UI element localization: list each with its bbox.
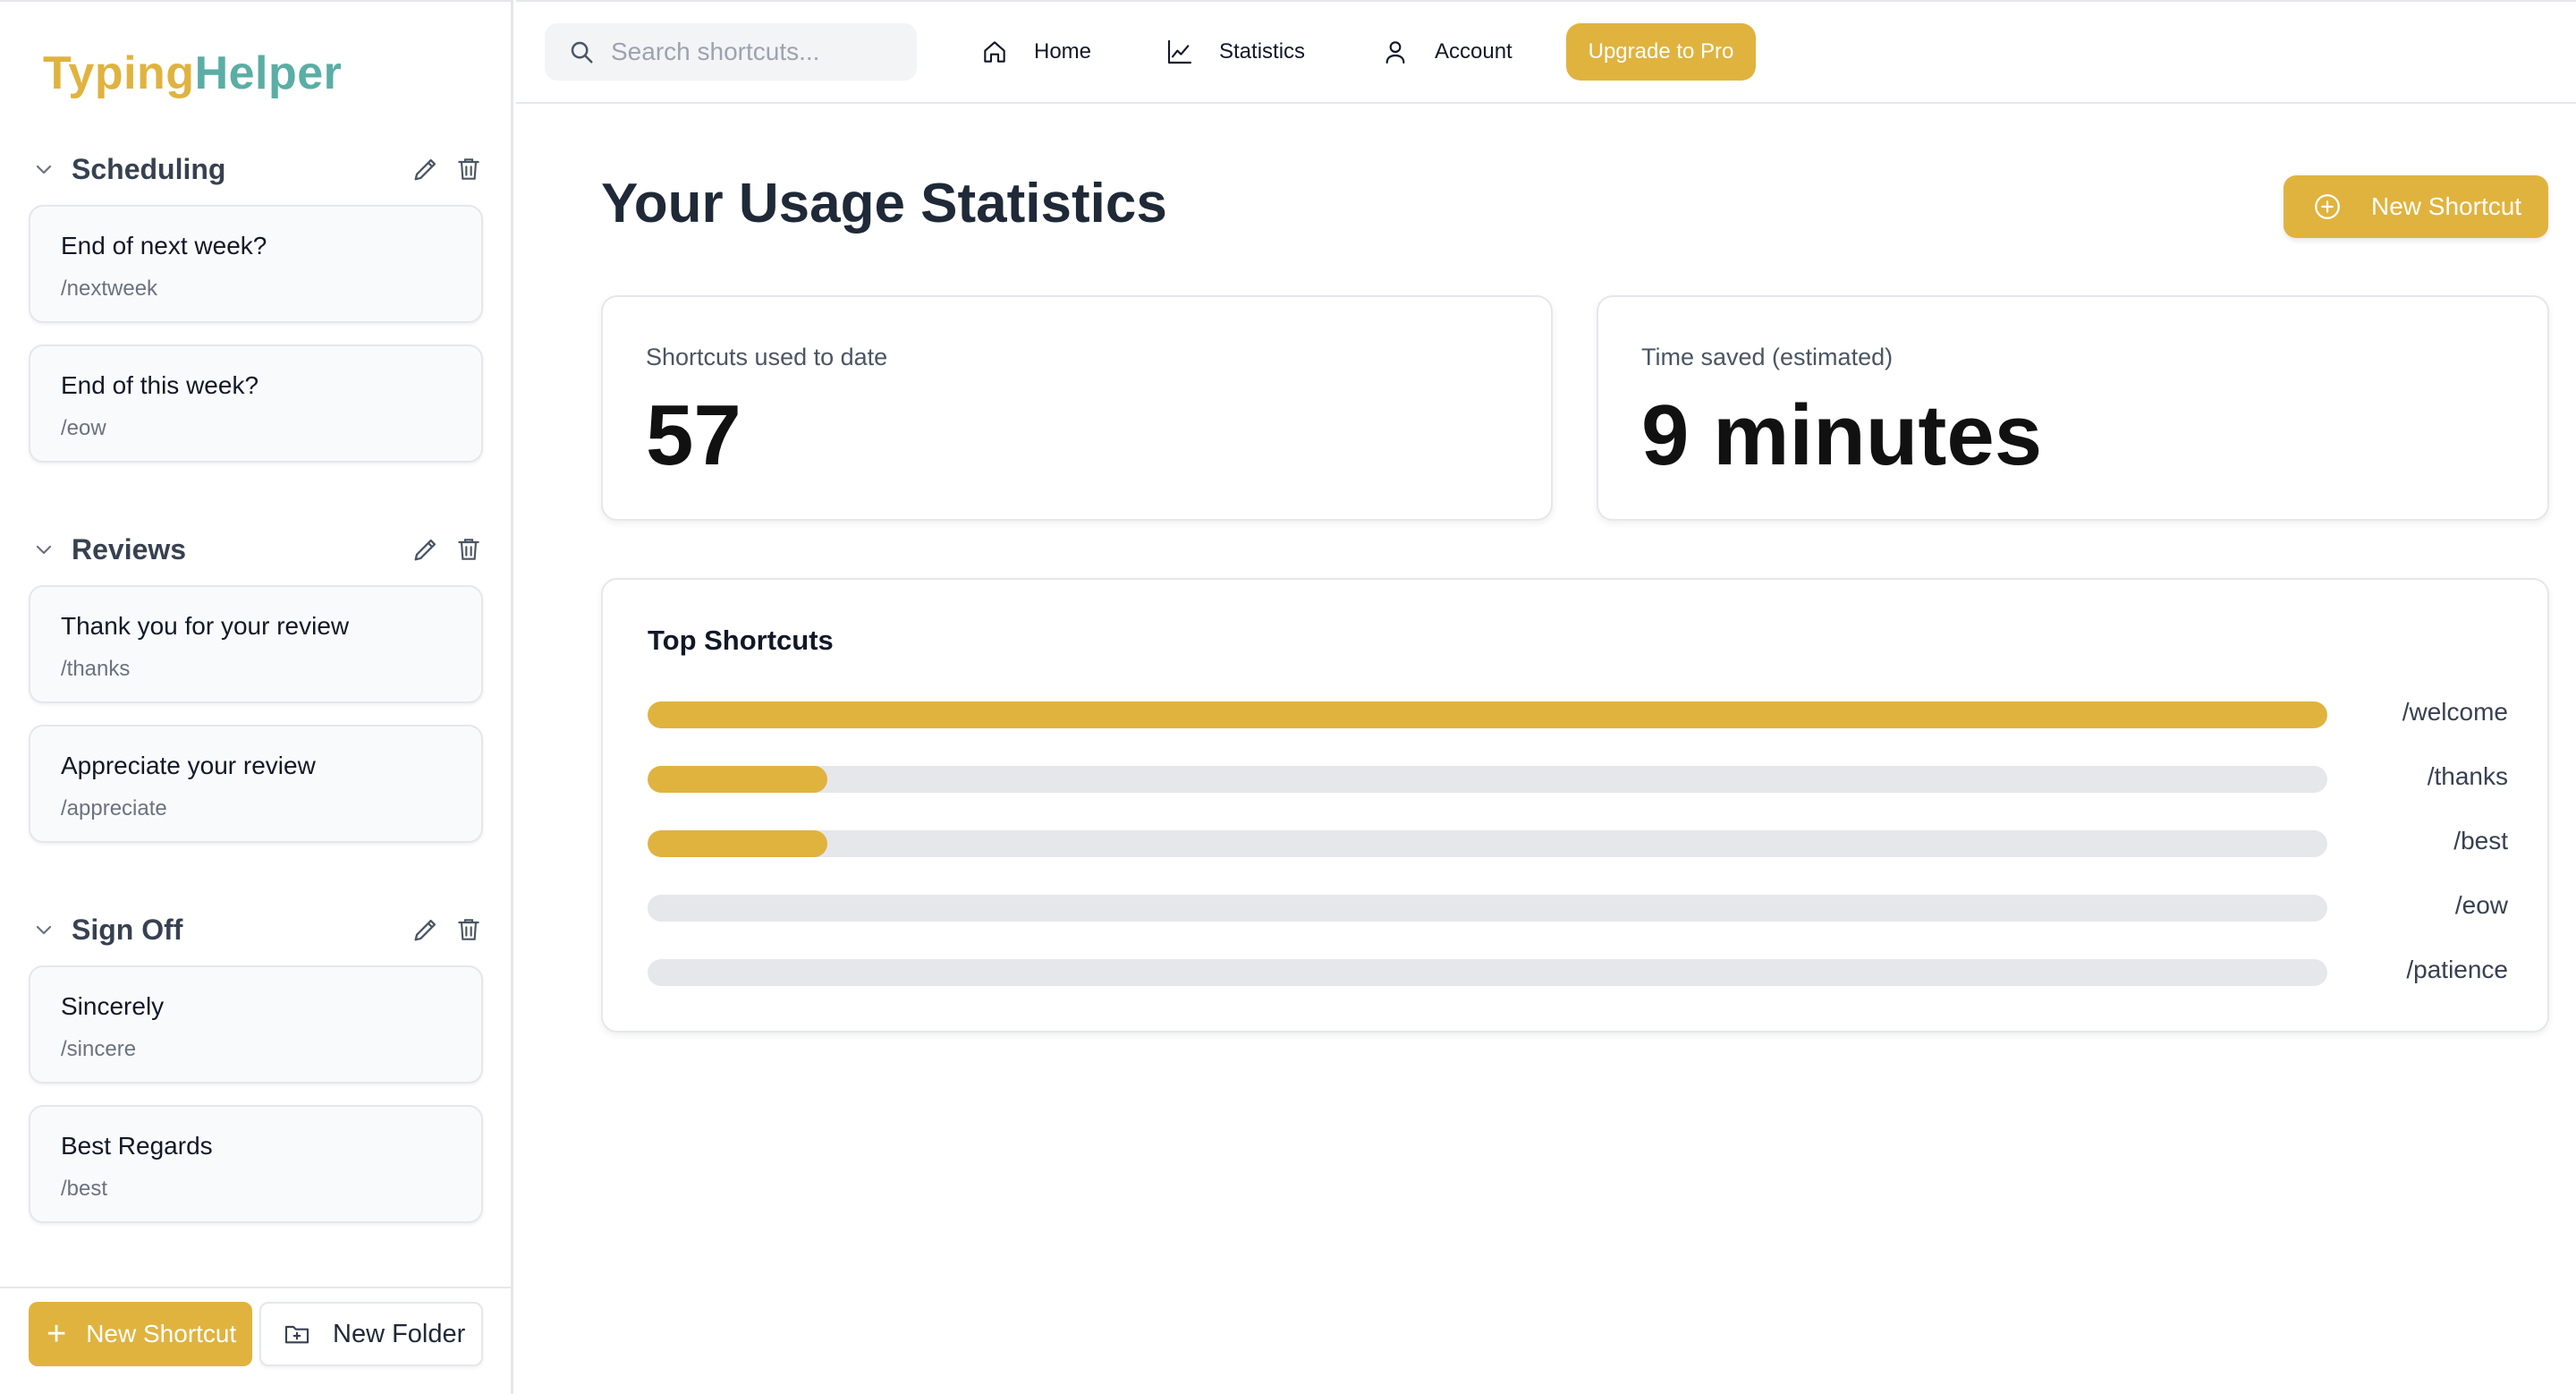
search-icon <box>571 41 593 64</box>
upgrade-button[interactable]: Upgrade to Pro <box>1566 23 1756 81</box>
sidebar-new-shortcut-button[interactable]: + New Shortcut <box>29 1302 252 1366</box>
top-shortcut-row: /welcome <box>648 694 2508 730</box>
folder-header-sign-off: Sign Off <box>30 907 487 952</box>
shortcut-command: /appreciate <box>61 796 167 820</box>
top-shortcut-row: /thanks <box>648 759 2508 795</box>
shortcut-command: /nextweek <box>61 276 158 301</box>
folder-name: Sign Off <box>72 913 183 946</box>
nav-account-label: Account <box>1435 39 1513 64</box>
trash-icon[interactable] <box>451 531 487 567</box>
top-shortcut-row: /best <box>648 823 2508 859</box>
shortcut-title: Sincerely <box>61 992 165 1020</box>
folder-name: Reviews <box>72 532 187 565</box>
stat-value: 57 <box>646 387 741 483</box>
nav-home-label: Home <box>1034 39 1092 64</box>
folder-header-scheduling: Scheduling <box>30 147 487 191</box>
plus-icon: + <box>47 1315 67 1353</box>
stat-card-time-saved: Time saved (estimated) 9 minutes <box>1597 295 2549 521</box>
chevron-down-icon[interactable] <box>30 156 57 183</box>
stat-label: Time saved (estimated) <box>1641 344 1894 370</box>
shortcut-card[interactable]: End of next week? /nextweek <box>29 205 483 323</box>
new-folder-button[interactable]: New Folder <box>259 1302 483 1366</box>
usage-bar-track <box>648 830 2327 857</box>
shortcut-title: End of this week? <box>61 371 259 399</box>
stat-card-shortcuts-used: Shortcuts used to date 57 <box>601 295 1553 521</box>
folder-header-reviews: Reviews <box>30 527 487 572</box>
search-input[interactable] <box>611 38 906 66</box>
shortcut-title: End of next week? <box>61 232 267 259</box>
edit-icon[interactable] <box>408 151 444 187</box>
shortcut-card[interactable]: Thank you for your review /thanks <box>29 585 483 703</box>
shortcut-title: Appreciate your review <box>61 752 316 779</box>
shortcut-card[interactable]: End of this week? /eow <box>29 344 483 463</box>
home-icon <box>984 41 1005 63</box>
new-shortcut-label: New Shortcut <box>2371 192 2522 220</box>
top-shortcut-command: /eow <box>2454 891 2508 919</box>
trash-icon[interactable] <box>451 912 487 948</box>
shortcut-command: /thanks <box>61 657 131 681</box>
shortcut-title: Best Regards <box>61 1132 213 1160</box>
search-box[interactable] <box>545 23 917 81</box>
chevron-down-icon[interactable] <box>30 916 57 943</box>
logo-part-typing: Typing <box>43 47 195 99</box>
nav-statistics[interactable]: Statistics <box>1165 30 1305 73</box>
app-logo: TypingHelper <box>43 47 342 100</box>
trash-icon[interactable] <box>451 151 487 187</box>
shortcut-command: /sincere <box>61 1037 137 1061</box>
top-shortcut-command: /patience <box>2406 956 2508 983</box>
top-shortcut-command: /welcome <box>2402 698 2508 726</box>
usage-bar-track <box>648 701 2327 728</box>
new-shortcut-button[interactable]: New Shortcut <box>2284 175 2548 238</box>
top-shortcuts-card: Top Shortcuts /welcome /thanks /best /eo… <box>601 578 2549 1033</box>
top-shortcuts-title: Top Shortcuts <box>648 625 834 656</box>
chevron-down-icon[interactable] <box>30 536 57 563</box>
folder-plus-icon <box>284 1325 309 1344</box>
logo-part-helper: Helper <box>194 47 343 99</box>
usage-bar-fill <box>648 701 2327 728</box>
stat-label: Shortcuts used to date <box>646 344 888 370</box>
chart-line-icon <box>1167 39 1192 64</box>
folder-name: Scheduling <box>72 152 226 185</box>
edit-icon[interactable] <box>408 912 444 948</box>
usage-bar-fill <box>648 766 827 793</box>
app-root: TypingHelper Scheduling End of next week… <box>0 0 2576 1394</box>
sidebar: TypingHelper Scheduling End of next week… <box>0 0 513 1394</box>
user-icon <box>1385 41 1405 64</box>
stat-value: 9 minutes <box>1641 387 2043 483</box>
nav-account[interactable]: Account <box>1381 30 1513 73</box>
nav-home[interactable]: Home <box>980 30 1091 73</box>
top-shortcut-command: /best <box>2453 827 2508 854</box>
shortcut-card[interactable]: Best Regards /best <box>29 1105 483 1223</box>
shortcut-card[interactable]: Sincerely /sincere <box>29 965 483 1084</box>
shortcut-card[interactable]: Appreciate your review /appreciate <box>29 725 483 843</box>
top-shortcut-command: /thanks <box>2427 762 2508 790</box>
usage-bar-track <box>648 959 2327 986</box>
new-folder-label: New Folder <box>333 1319 466 1348</box>
shortcut-command: /eow <box>61 416 106 440</box>
usage-bar-fill <box>648 830 827 857</box>
usage-bar-track <box>648 766 2327 793</box>
top-shortcut-row: /eow <box>648 888 2508 923</box>
top-shortcut-row: /patience <box>648 952 2508 988</box>
plus-circle-icon <box>2315 194 2340 219</box>
edit-icon[interactable] <box>408 531 444 567</box>
shortcut-command: /best <box>61 1177 108 1201</box>
sidebar-new-shortcut-label: New Shortcut <box>86 1320 237 1347</box>
usage-bar-track <box>648 895 2327 922</box>
shortcut-title: Thank you for your review <box>61 612 350 640</box>
nav-statistics-label: Statistics <box>1219 39 1306 64</box>
page-title: Your Usage Statistics <box>601 173 1167 234</box>
